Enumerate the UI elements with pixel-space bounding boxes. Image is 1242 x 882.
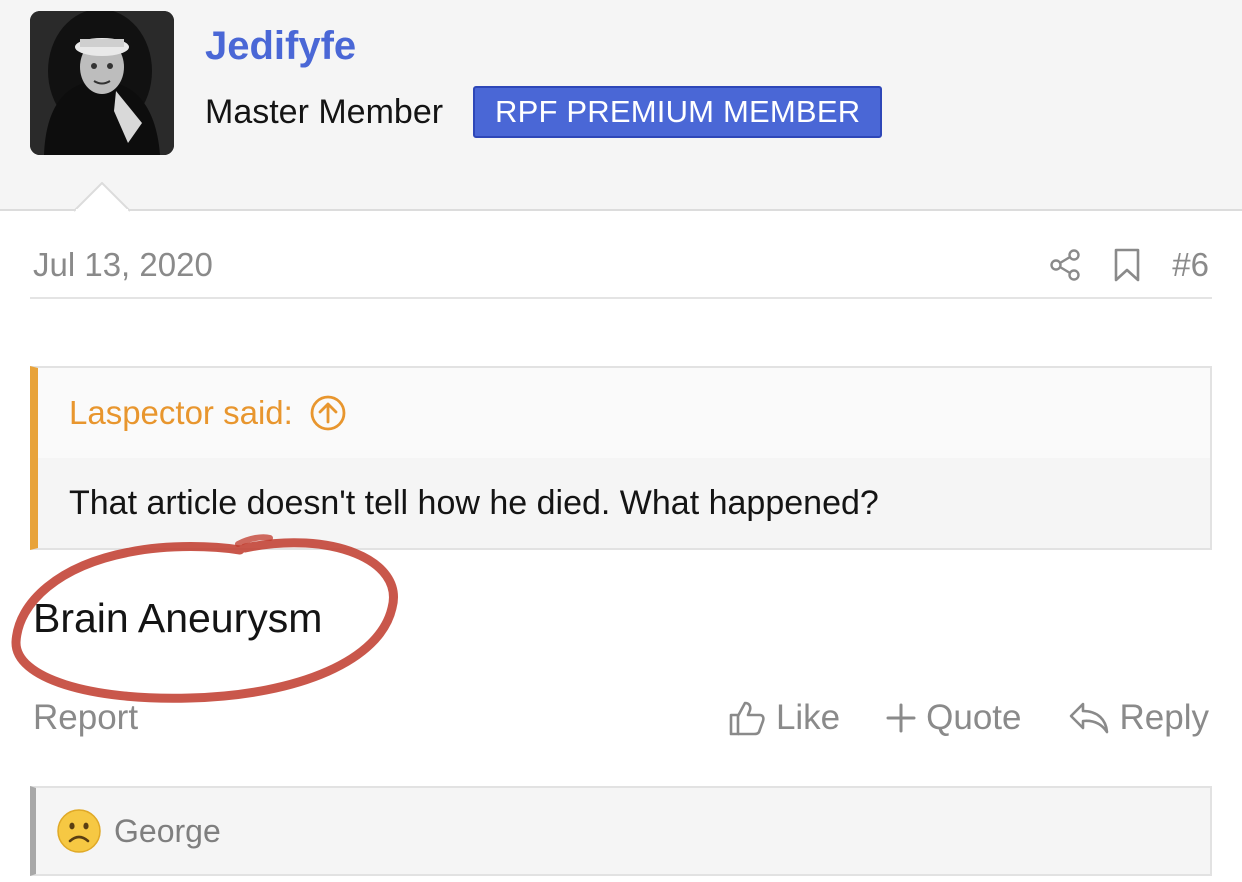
premium-member-badge: RPF PREMIUM MEMBER: [473, 86, 883, 138]
bookmark-icon[interactable]: [1112, 247, 1142, 283]
avatar-image: [30, 11, 174, 155]
post-number-link[interactable]: #6: [1172, 246, 1209, 284]
post-meta-actions: #6: [1048, 240, 1209, 290]
username-link[interactable]: Jedifyfe: [205, 22, 356, 70]
reply-icon: [1069, 702, 1108, 734]
divider: [30, 297, 1212, 299]
like-label: Like: [775, 698, 841, 737]
plus-icon: [886, 703, 916, 733]
avatar[interactable]: [30, 11, 174, 155]
quote-header[interactable]: Laspector said:: [38, 368, 1210, 458]
reaction-user-link[interactable]: George: [114, 813, 221, 850]
reply-label: Reply: [1119, 698, 1209, 737]
post-actions: Like Quote Reply: [728, 694, 1209, 742]
share-icon[interactable]: [1048, 248, 1082, 282]
member-title: Master Member: [205, 93, 444, 131]
report-link[interactable]: Report: [33, 698, 138, 738]
reactions-bar: George: [30, 786, 1212, 876]
message-pointer-arrow: [74, 182, 130, 212]
quote-content: That article doesn't tell how he died. W…: [38, 458, 1210, 548]
quote-author[interactable]: Laspector said:: [69, 394, 293, 432]
quote-button[interactable]: Quote: [886, 698, 1022, 738]
sad-face-icon: [56, 808, 102, 854]
quote-block: Laspector said: That article doesn't tel…: [30, 366, 1212, 550]
post-date-link[interactable]: Jul 13, 2020: [33, 245, 213, 285]
post-user-header: Jedifyfe Master Member RPF PREMIUM MEMBE…: [0, 0, 1242, 212]
reply-button[interactable]: Reply: [1068, 698, 1209, 738]
thumbs-up-icon: [729, 701, 765, 736]
quote-text: That article doesn't tell how he died. W…: [69, 483, 879, 522]
arrow-up-circle-icon[interactable]: [309, 394, 347, 432]
quote-label: Quote: [926, 698, 1022, 737]
message-body: Brain Aneurysm: [33, 595, 323, 641]
like-button[interactable]: Like: [728, 698, 840, 738]
